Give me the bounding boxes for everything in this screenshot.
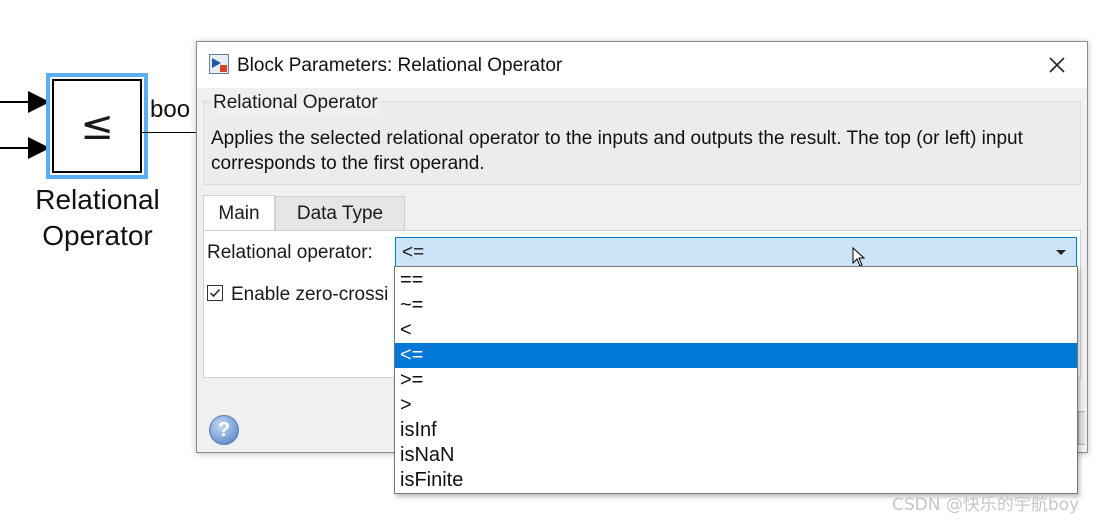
close-icon bbox=[1049, 57, 1065, 73]
dropdown-option[interactable]: > bbox=[395, 393, 1077, 418]
input-wire-2[interactable] bbox=[0, 147, 30, 149]
dialog-title: Block Parameters: Relational Operator bbox=[237, 55, 563, 76]
block-description: Applies the selected relational operator… bbox=[211, 128, 1023, 174]
checkmark-icon bbox=[209, 288, 221, 298]
relational-operator-label: Relational operator: bbox=[207, 242, 373, 263]
relational-operator-dropdown: == ~= < <= >= > isInf isNaN isFinite bbox=[394, 266, 1078, 494]
dropdown-option[interactable]: == bbox=[395, 268, 1077, 293]
close-button[interactable] bbox=[1037, 48, 1077, 82]
relational-operator-select[interactable]: <= bbox=[395, 237, 1077, 268]
dropdown-option[interactable]: isNaN bbox=[395, 443, 1077, 468]
mouse-pointer-icon bbox=[852, 247, 866, 267]
relational-operator-block[interactable]: ≤ bbox=[52, 79, 142, 173]
block-name-label[interactable]: Relational Operator bbox=[20, 182, 175, 254]
simulink-app-icon bbox=[209, 54, 229, 74]
question-mark-icon: ? bbox=[217, 418, 231, 441]
help-button[interactable]: ? bbox=[209, 415, 239, 445]
input-wire-1[interactable] bbox=[0, 101, 30, 103]
dropdown-option[interactable]: < bbox=[395, 318, 1077, 343]
output-signal-label: boo bbox=[150, 96, 191, 123]
tab-main[interactable]: Main bbox=[203, 195, 275, 231]
dialog-button-edge[interactable] bbox=[1078, 411, 1085, 445]
block-name-line-1: Relational bbox=[35, 184, 160, 215]
tab-data-type[interactable]: Data Type bbox=[275, 196, 405, 230]
zero-crossing-label: Enable zero-crossi bbox=[231, 284, 389, 305]
dropdown-option-selected[interactable]: <= bbox=[395, 343, 1077, 368]
chevron-down-icon[interactable] bbox=[1056, 250, 1066, 255]
watermark: CSDN @快乐的宇航boy bbox=[892, 495, 1080, 515]
dropdown-option[interactable]: ~= bbox=[395, 293, 1077, 318]
block-symbol: ≤ bbox=[80, 103, 114, 149]
dropdown-option[interactable]: >= bbox=[395, 368, 1077, 393]
block-name-line-2: Operator bbox=[42, 220, 153, 251]
relational-operator-value: <= bbox=[402, 242, 425, 263]
zero-crossing-checkbox[interactable] bbox=[207, 285, 223, 301]
dropdown-option[interactable]: isInf bbox=[395, 418, 1077, 443]
output-wire[interactable] bbox=[142, 132, 200, 133]
dialog-titlebar[interactable]: Block Parameters: Relational Operator bbox=[197, 42, 1087, 88]
group-title: Relational Operator bbox=[211, 92, 380, 114]
